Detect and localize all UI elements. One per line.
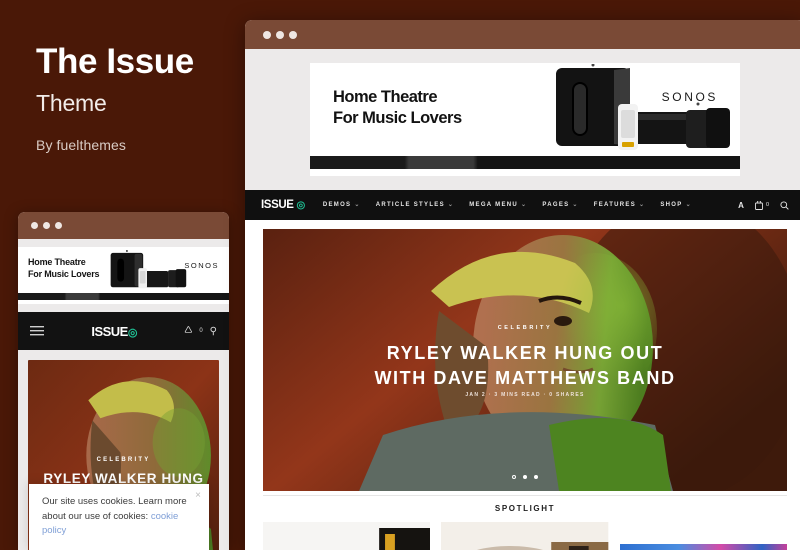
site-logo[interactable]: ISSUE ◎ [261,199,305,211]
mobile-logo-text: ISSUE [91,323,128,339]
mobile-logo[interactable]: ISSUE◎ [91,324,137,339]
desktop-speaker-illustration [556,64,730,150]
chevron-down-icon: ⌄ [354,202,361,208]
window-dot[interactable] [289,30,297,39]
circle-arrow-icon: ◎ [127,326,138,339]
desktop-ad-headline-line2: For Music Lovers [333,109,462,128]
mobile-speaker-illustration [110,250,187,289]
promo-panel: The Issue Theme By fuelthemes [36,42,236,153]
hero-title: RYLEY WALKER HUNG OUT WITH DAVE MATTHEWS… [293,341,757,391]
mobile-ad-region: Home Theatre For Music Lovers SONOS [18,239,229,312]
hero-slider[interactable]: CELEBRITY RYLEY WALKER HUNG OUT WITH DAV… [263,229,787,491]
circle-arrow-icon: ◎ [296,199,306,211]
desktop-ad-region: Home Theatre For Music Lovers SONOS [245,49,800,190]
menu-item-label: FEATURES [593,202,637,208]
mobile-nav-actions: 🛆 0 ⚲ [184,324,217,338]
search-icon[interactable] [780,200,789,210]
hero-category: CELEBRITY [497,325,553,331]
hamburger-icon[interactable] [30,326,44,336]
menu-item-pages[interactable]: PAGES ⌄ [542,202,578,208]
page-title: The Issue [36,42,194,81]
cookie-notice-link[interactable]: use of cookies: [85,511,148,522]
mobile-titlebar [18,212,229,239]
menu-item-label: SHOP [660,202,683,208]
desktop-window-dots [263,30,297,39]
menu-item-label: DEMOS [322,202,352,208]
window-dot[interactable] [263,30,271,39]
close-icon[interactable]: × [195,491,201,501]
spotlight-card-image [619,522,787,550]
menu-item-shop[interactable]: SHOP ⌄ [660,202,692,208]
menu-item-demos[interactable]: DEMOS ⌄ [323,202,361,208]
promo-subtitle: Theme [36,89,107,116]
chevron-down-icon: ⌄ [639,202,646,208]
desktop-ad-floor [310,156,740,169]
mobile-hero-category: CELEBRITY [96,457,151,463]
slider-dot-3[interactable] [534,475,538,479]
cart-widget[interactable]: 0 [754,200,769,210]
window-dot[interactable] [55,222,62,229]
screenshot-stage: The Issue Theme By fuelthemes Home Theat… [0,0,800,550]
menu-item-label: MEGA MENU [469,202,519,208]
mobile-ad-headline-line1: Home Theatre [28,257,86,267]
hero-title-line2: WITH DAVE MATTHEWS BAND [374,367,676,388]
menu-item-label: ARTICLE STYLES [375,202,445,208]
desktop-titlebar [245,20,800,49]
menu-item-features[interactable]: FEATURES ⌄ [594,202,646,208]
search-icon[interactable]: ⚲ [210,326,217,337]
slider-dot-2[interactable] [523,475,527,479]
window-dot[interactable] [276,30,284,39]
chevron-down-icon: ⌄ [685,202,692,208]
site-logo-text: ISSUE [261,199,294,211]
hero-meta: JAN 2 · 3 MINS READ · 0 SHARES [465,392,585,398]
spotlight-card-row [245,522,800,550]
mobile-cart-count: 0 [199,328,203,334]
menu-item-article-styles[interactable]: ARTICLE STYLES ⌄ [376,202,455,208]
spotlight-card-image [441,522,609,550]
main-menu: DEMOS ⌄ ARTICLE STYLES ⌄ MEGA MENU ⌄ PAG… [323,202,738,208]
desktop-preview-window: Home Theatre For Music Lovers SONOS ISSU… [245,20,800,550]
window-dot[interactable] [43,222,50,229]
cookie-notice[interactable]: × Our site uses cookies. Learn more abou… [29,484,209,550]
chevron-down-icon: ⌄ [572,202,579,208]
chevron-down-icon: ⌄ [521,202,528,208]
spotlight-heading: SPOTLIGHT [245,491,800,522]
menu-item-mega-menu[interactable]: MEGA MENU ⌄ [469,202,527,208]
mobile-preview-window: Home Theatre For Music Lovers SONOS ISSU… [18,212,229,550]
desktop-ad-headline-line1: Home Theatre [333,88,438,106]
font-size-icon[interactable]: A [738,201,744,210]
desktop-page-body: Home Theatre For Music Lovers SONOS ISSU… [245,49,800,550]
window-dot[interactable] [31,222,38,229]
menu-item-label: PAGES [542,202,570,208]
slider-dot-1[interactable] [512,475,516,479]
hero-section: CELEBRITY RYLEY WALKER HUNG OUT WITH DAV… [245,220,800,491]
mobile-window-dots [31,222,62,229]
spotlight-card-image [263,522,431,550]
bag-icon [754,200,763,210]
desktop-ad-headline: Home Theatre For Music Lovers [333,87,462,130]
slider-pagination [263,475,787,479]
navbar-actions: A 0 [738,200,789,210]
chevron-down-icon: ⌄ [447,202,455,208]
spotlight-card[interactable] [619,522,787,550]
cart-count: 0 [765,202,769,208]
bag-icon[interactable]: 🛆 [184,324,192,338]
mobile-banner-ad[interactable]: Home Theatre For Music Lovers SONOS [18,247,229,304]
desktop-banner-ad[interactable]: Home Theatre For Music Lovers SONOS [310,63,740,176]
mobile-navbar: ISSUE◎ 🛆 0 ⚲ [18,312,229,350]
hero-title-line1: RYLEY WALKER HUNG OUT [386,343,664,363]
site-navbar: ISSUE ◎ DEMOS ⌄ ARTICLE STYLES ⌄ MEGA MEN… [245,190,800,220]
promo-author: By fuelthemes [36,136,127,153]
spotlight-card[interactable] [263,522,431,550]
spotlight-card[interactable] [441,522,609,550]
